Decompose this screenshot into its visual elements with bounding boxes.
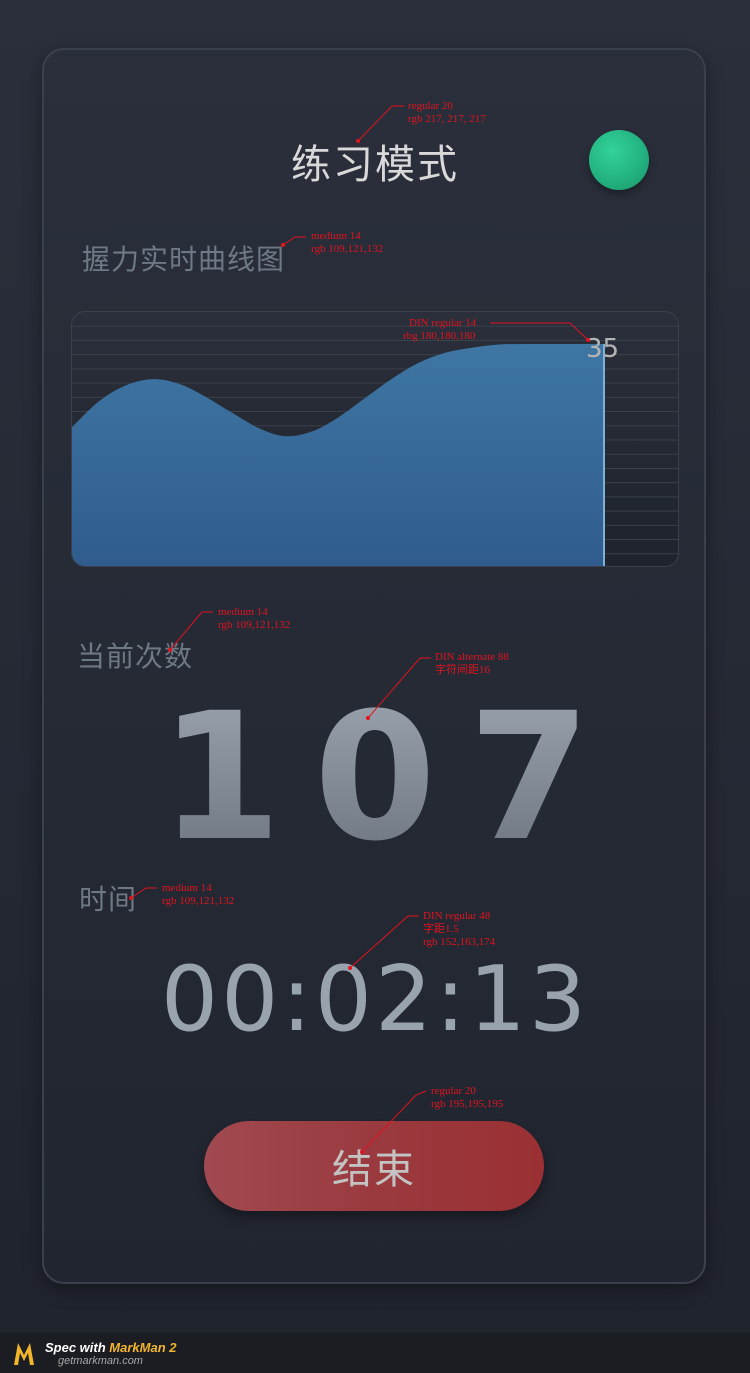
footer-brand[interactable]: Spec with MarkMan 2	[45, 1340, 177, 1355]
chart-section-label: 握力实时曲线图	[82, 243, 286, 276]
repetition-count: 107	[0, 690, 750, 866]
annotation-text: rgb 109,121,132	[218, 619, 291, 631]
annotation-text: medium 14	[311, 230, 361, 242]
chart-area-series	[72, 343, 604, 566]
annotation-text: rgb 195,195,195	[431, 1098, 504, 1110]
end-button[interactable]: 结束	[204, 1121, 544, 1211]
annotation-text: medium 14	[218, 606, 268, 618]
footer-brand-name: MarkMan 2	[109, 1340, 177, 1355]
count-section-label: 当前次数	[77, 640, 194, 673]
annotation-text: regular 20	[408, 100, 453, 112]
annotation-text: rgb 152,163,174	[423, 936, 496, 948]
annotation-count-label-spec: medium 14 rgb 109,121,132	[218, 606, 290, 632]
footer-brand-prefix: Spec with	[45, 1340, 110, 1355]
status-indicator-icon	[589, 130, 649, 190]
annotation-text: DIN regular 14	[409, 317, 477, 329]
annotation-peak-spec: DIN regular 14 rbg 180,180,180	[403, 317, 477, 343]
markman-logo-icon	[14, 1343, 34, 1365]
page: 练习模式 握力实时曲线图 35 当前次数 107 时间 00:02:13 结束	[0, 0, 750, 1373]
annotation-title-spec: regular 20 rgb 217, 217, 217	[408, 100, 486, 126]
annotation-text: regular 20	[431, 1085, 476, 1097]
annotation-text: rgb 109,121,132	[162, 895, 235, 907]
annotation-text: rbg 180,180,180	[403, 330, 476, 342]
annotation-timer-spec: DIN regular 48 字距1.5 rgb 152,163,174	[423, 910, 495, 949]
time-section-label: 时间	[79, 883, 138, 916]
annotation-text: 字符间距16	[435, 664, 490, 676]
annotation-text: DIN regular 48	[423, 910, 491, 922]
annotation-chart-label-spec: medium 14 rgb 109,121,132	[311, 230, 383, 256]
annotation-text: DIN alternate 88	[435, 651, 509, 663]
annotation-text: medium 14	[162, 882, 212, 894]
elapsed-timer: 00:02:13	[160, 947, 590, 1052]
annotation-time-label-spec: medium 14 rgb 109,121,132	[162, 882, 234, 908]
footer-url[interactable]: getmarkman.com	[58, 1355, 143, 1367]
annotation-count-spec: DIN alternate 88 字符间距16	[435, 651, 509, 677]
annotation-end-button-spec: regular 20 rgb 195,195,195	[431, 1085, 503, 1111]
annotation-text: rgb 217, 217, 217	[408, 113, 486, 125]
chart-peak-label: 35	[586, 334, 620, 364]
annotation-text: 字距1.5	[423, 923, 459, 935]
annotation-text: rgb 109,121,132	[311, 243, 384, 255]
